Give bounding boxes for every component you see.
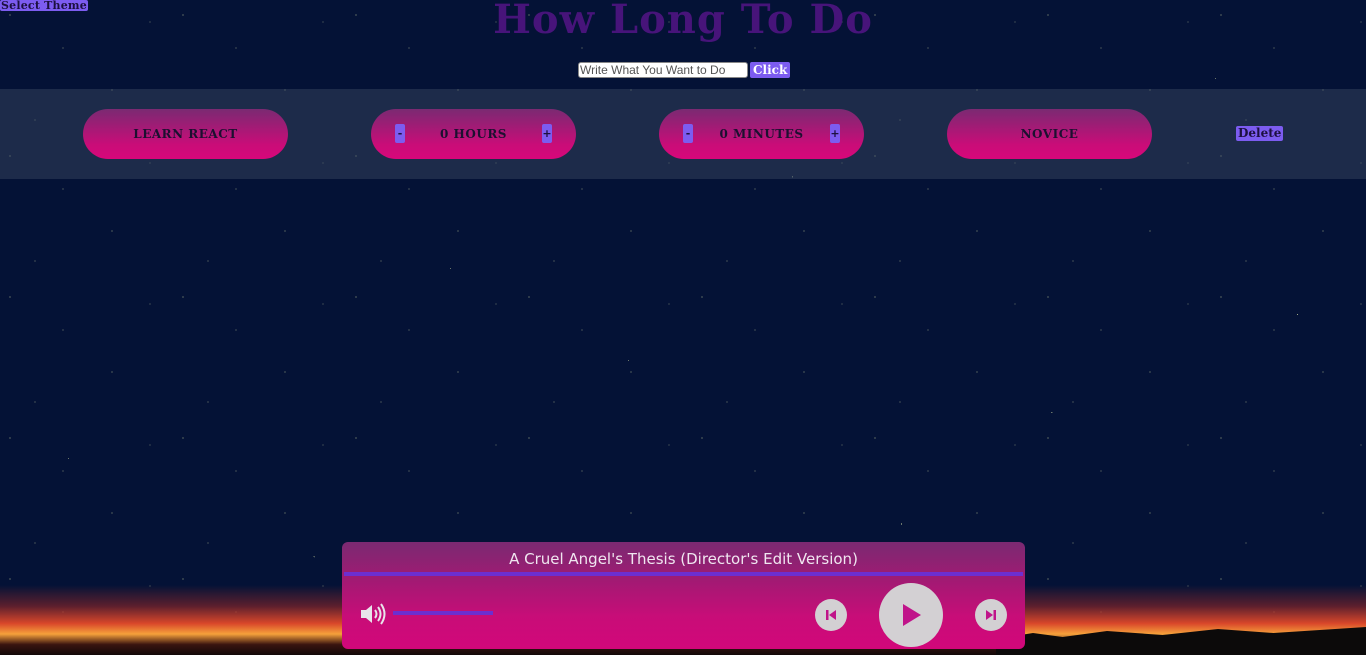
minutes-value: 0 MINUTES: [719, 127, 804, 141]
track-progress-bar[interactable]: [344, 572, 1023, 576]
minutes-decrement-button[interactable]: -: [683, 124, 693, 143]
minutes-stepper: - 0 MINUTES +: [659, 109, 864, 159]
track-title: A Cruel Angel's Thesis (Director's Edit …: [509, 550, 858, 568]
delete-task-button[interactable]: Delete: [1236, 126, 1284, 141]
music-player: A Cruel Angel's Thesis (Director's Edit …: [342, 542, 1025, 649]
skip-previous-icon: [826, 610, 836, 620]
next-track-button[interactable]: [975, 599, 1007, 631]
hours-increment-button[interactable]: +: [542, 124, 552, 143]
skip-next-icon: [986, 610, 996, 620]
speaker-volume-icon[interactable]: [359, 602, 389, 626]
hours-stepper: - 0 HOURS +: [371, 109, 576, 159]
volume-slider[interactable]: [393, 611, 493, 615]
page-title: How Long To Do: [493, 0, 873, 43]
task-input[interactable]: [578, 62, 748, 78]
volume-level-fill: [393, 611, 493, 615]
play-button[interactable]: [879, 583, 943, 647]
task-name-pill: LEARN REACT: [83, 109, 288, 159]
track-progress-fill: [344, 572, 1023, 576]
task-name: LEARN REACT: [133, 127, 238, 141]
mountain-silhouette: [996, 627, 1366, 655]
add-task-form: Click: [578, 62, 791, 78]
play-icon: [903, 604, 921, 626]
task-row: LEARN REACT - 0 HOURS + - 0 MINUTES + NO…: [0, 89, 1366, 179]
previous-track-button[interactable]: [815, 599, 847, 631]
hours-value: 0 HOURS: [440, 127, 507, 141]
add-task-button[interactable]: Click: [750, 62, 791, 78]
skill-level: NOVICE: [1020, 127, 1079, 141]
skill-level-pill[interactable]: NOVICE: [947, 109, 1152, 159]
minutes-increment-button[interactable]: +: [830, 124, 840, 143]
hours-decrement-button[interactable]: -: [395, 124, 405, 143]
